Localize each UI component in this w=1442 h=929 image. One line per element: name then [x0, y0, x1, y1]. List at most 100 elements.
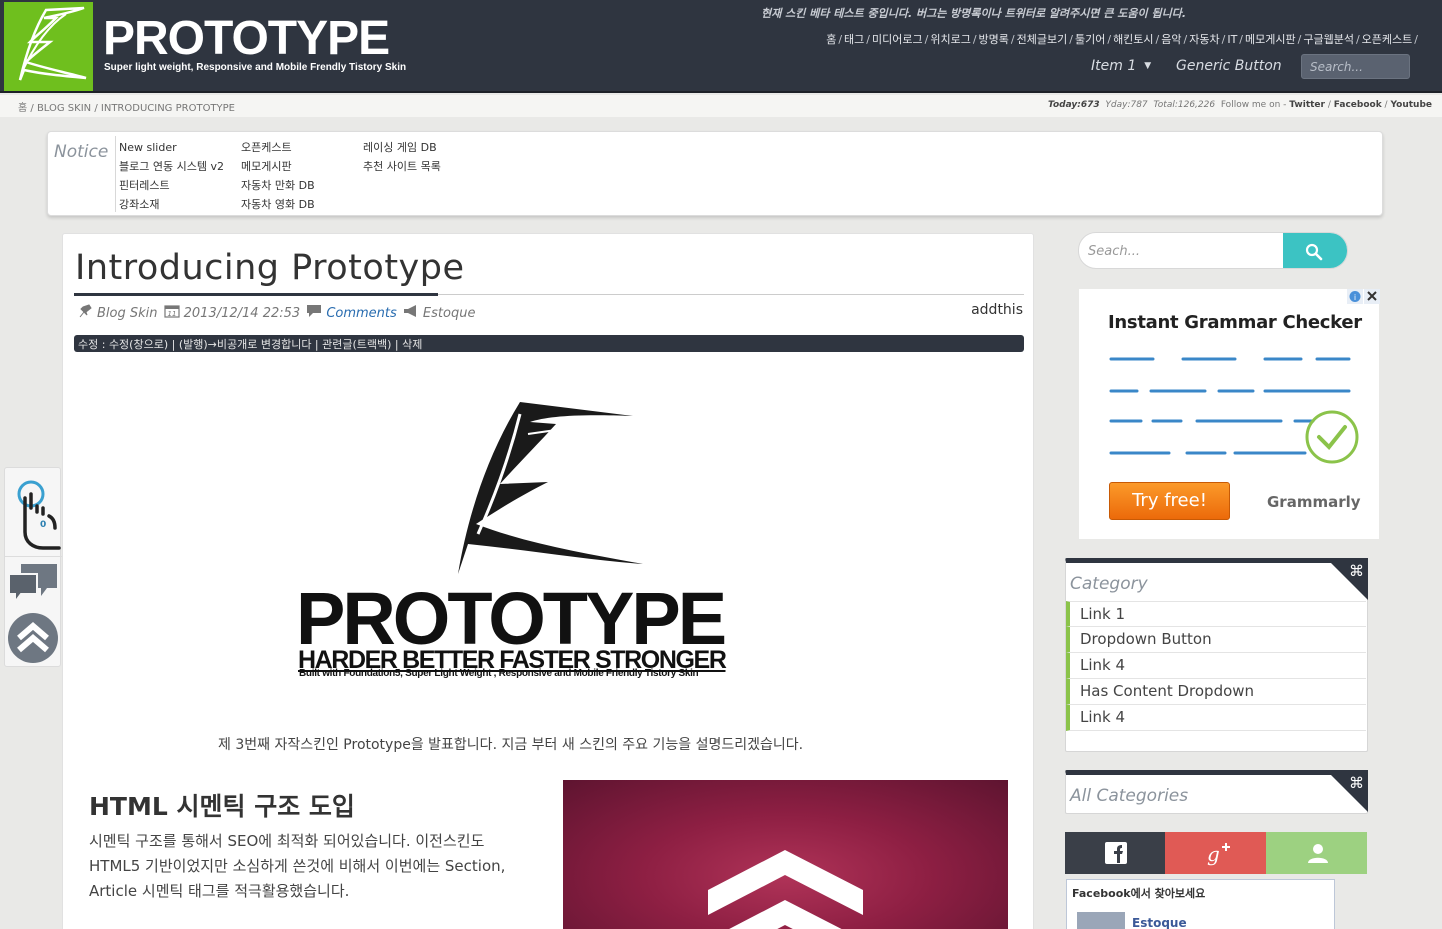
- user-icon: [1308, 844, 1328, 863]
- menu-separator: /: [972, 33, 977, 46]
- notice-label: Notice: [54, 142, 109, 162]
- google-plus-tab[interactable]: g: [1165, 832, 1266, 874]
- breadcrumb-home[interactable]: 홈: [18, 103, 27, 114]
- intro-paragraph: 제 3번째 자작스킨인 Prototype을 발표합니다. 지금 부터 새 스킨…: [218, 737, 804, 753]
- notice-link[interactable]: 레이싱 게임 DB: [363, 138, 441, 157]
- admin-actions-bar[interactable]: 수정 : 수정(창으로) | (발행)→비공개로 변경합니다 | 관련글(트랙백…: [74, 335, 1024, 352]
- title-underline: [74, 293, 438, 296]
- megaphone-icon: [403, 305, 416, 317]
- notice-link[interactable]: 추천 사이트 목록: [363, 157, 441, 176]
- hero-wordmark: PROTOTYPE: [296, 577, 727, 660]
- notice-link[interactable]: 핀터레스트: [119, 176, 224, 195]
- toolbar-divider: [5, 556, 62, 557]
- top-menu-link[interactable]: IT: [1227, 33, 1237, 46]
- top-menu-link[interactable]: 툴기어: [1075, 33, 1105, 46]
- svg-text:g: g: [1207, 842, 1220, 866]
- breadcrumb-category[interactable]: BLOG SKIN: [37, 103, 91, 114]
- top-menu-link[interactable]: 미디어로그: [872, 33, 923, 46]
- menu-separator: /: [1297, 33, 1302, 46]
- notice-link[interactable]: 오픈케스트: [241, 138, 315, 157]
- facebook-link[interactable]: Facebook: [1334, 100, 1382, 110]
- facebook-box-title: Facebook에서 찾아보세요: [1072, 887, 1206, 900]
- top-menu-link[interactable]: 자동차: [1189, 33, 1219, 46]
- grammarly-ad[interactable]: i Instant Grammar Checker Try free! Gram…: [1079, 289, 1380, 539]
- category-item[interactable]: Has Content Dropdown: [1066, 679, 1366, 705]
- category-widget: ⌘ Category Link 1 Dropdown Button Link 4…: [1065, 558, 1368, 752]
- widget-title-category: Category: [1070, 574, 1148, 594]
- search-icon: [1305, 243, 1323, 261]
- top-menu-link[interactable]: 오픈케스트: [1362, 33, 1413, 46]
- category-item[interactable]: Link 1: [1066, 601, 1366, 627]
- facebook-page-name[interactable]: Estoque: [1132, 916, 1187, 929]
- scroll-top-icon[interactable]: [7, 612, 59, 664]
- sidebar-search[interactable]: Seach...: [1078, 232, 1348, 269]
- chat-bubbles-icon[interactable]: [7, 560, 61, 606]
- widget-title-all-categories: All Categories: [1070, 786, 1189, 806]
- top-menu-link[interactable]: 해킨토시: [1113, 33, 1153, 46]
- post-article: Introducing Prototype Blog Skin 11 2013/1…: [62, 233, 1034, 929]
- top-menu-link[interactable]: 전체글보기: [1017, 33, 1068, 46]
- notice-column-3: 레이싱 게임 DB 추천 사이트 목록: [363, 138, 441, 176]
- try-free-button[interactable]: Try free!: [1109, 482, 1230, 520]
- category-item[interactable]: Link 4: [1066, 653, 1366, 679]
- facebook-tab[interactable]: [1065, 832, 1165, 874]
- category-item[interactable]: Dropdown Button: [1066, 627, 1366, 653]
- hero-built-with: Built with Foundation5, Super Light Weig…: [299, 668, 699, 679]
- facebook-likebox: Facebook에서 찾아보세요 Estoque: [1066, 879, 1335, 929]
- top-menu-link[interactable]: 메모게시판: [1245, 33, 1296, 46]
- text-lines-graphic: [1109, 357, 1359, 464]
- post-category-link[interactable]: Blog Skin: [97, 306, 158, 321]
- calendar-icon: 11: [164, 305, 180, 318]
- command-icon: ⌘: [1349, 562, 1364, 580]
- section-image: [563, 780, 1008, 929]
- menu-separator: /: [1183, 33, 1188, 46]
- nav-item-1-label: Item 1: [1091, 58, 1137, 74]
- site-logo[interactable]: [4, 2, 93, 91]
- header-search-input[interactable]: Search...: [1301, 54, 1410, 79]
- top-menu-link[interactable]: 구글웹분석: [1303, 33, 1354, 46]
- svg-text:11: 11: [167, 310, 176, 318]
- caret-down-icon: ▼: [1144, 61, 1152, 71]
- notice-link[interactable]: 자동차 만화 DB: [241, 176, 315, 195]
- top-menu-link[interactable]: 방명록: [979, 33, 1009, 46]
- nav-generic-button[interactable]: Generic Button: [1176, 58, 1282, 74]
- today-count: 673: [1080, 100, 1100, 110]
- ad-choices-icon[interactable]: i: [1347, 289, 1380, 304]
- follow-label: Follow me on -: [1220, 100, 1287, 110]
- twitter-link[interactable]: Twitter: [1289, 100, 1325, 110]
- like-hand-icon[interactable]: [15, 478, 65, 550]
- like-count: 0: [40, 520, 47, 530]
- nav-item-1-dropdown[interactable]: Item 1 ▼: [1091, 58, 1151, 74]
- notice-link[interactable]: New slider: [119, 138, 224, 157]
- menu-separator: /: [1069, 33, 1073, 46]
- profile-tab[interactable]: [1266, 832, 1367, 874]
- ad-brand-logo: Grammarly: [1267, 493, 1361, 511]
- post-date: 2013/12/14 22:53: [183, 306, 301, 321]
- facebook-page-avatar[interactable]: [1077, 912, 1125, 929]
- top-menu-link[interactable]: 태그: [844, 33, 864, 46]
- sidebar-search-button[interactable]: [1283, 233, 1347, 268]
- notice-link[interactable]: 강좌소재: [119, 195, 224, 214]
- menu-separator: /: [838, 33, 843, 46]
- notice-link[interactable]: 메모게시판: [241, 157, 315, 176]
- social-tabs: g: [1065, 832, 1367, 874]
- post-author[interactable]: Estoque: [423, 306, 476, 321]
- ad-title: Instant Grammar Checker: [1108, 312, 1362, 333]
- brand-title[interactable]: PROTOTYPE: [103, 14, 390, 64]
- category-item[interactable]: Link 4: [1066, 705, 1366, 731]
- comments-link[interactable]: Comments: [326, 306, 396, 321]
- post-title[interactable]: Introducing Prototype: [75, 248, 465, 288]
- floating-toolbar: 0: [4, 467, 62, 667]
- top-menu-link[interactable]: 위치로그: [930, 33, 970, 46]
- notice-link[interactable]: 블로그 연동 시스템 v2: [119, 157, 224, 176]
- addthis-button[interactable]: addthis: [971, 302, 1023, 318]
- notice-link[interactable]: 자동차 영화 DB: [241, 195, 315, 214]
- total-count: 126,226: [1177, 100, 1216, 110]
- top-menu-link[interactable]: 홈: [826, 33, 836, 46]
- youtube-link[interactable]: Youtube: [1390, 100, 1432, 110]
- breadcrumb-current[interactable]: INTRODUCING PROTOTYPE: [101, 103, 235, 114]
- pin-icon: [79, 304, 92, 318]
- sidebar-search-input[interactable]: Seach...: [1088, 244, 1140, 259]
- comment-icon: [307, 305, 322, 317]
- top-menu-link[interactable]: 음악: [1161, 33, 1181, 46]
